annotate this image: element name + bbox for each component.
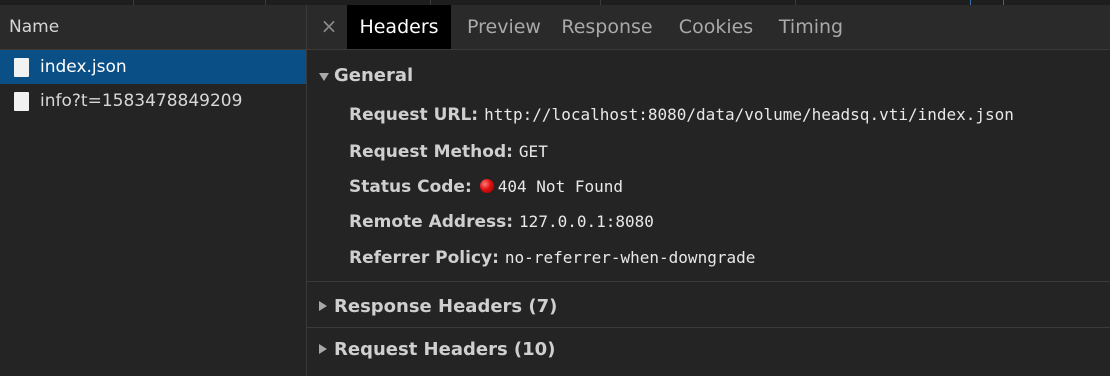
status-error-icon [479,179,494,193]
name-column-header[interactable]: Name [0,5,306,50]
request-url-value: http://localhost:8080/data/volume/headsq… [484,105,1014,124]
request-method-value: GET [518,142,548,161]
tab-preview[interactable]: Preview [459,5,549,49]
referrer-policy-label: Referrer Policy: [349,248,499,268]
request-headers-title: Request Headers (10) [334,339,556,360]
request-name: index.json [40,57,127,77]
details-tab-bar: × Headers Preview Response Cookies Timin… [307,5,1110,50]
response-headers-title: Response Headers (7) [334,296,558,317]
document-icon [14,92,29,111]
tab-headers[interactable]: Headers [347,5,451,49]
triangle-right-icon [319,344,327,354]
status-code-row: Status Code: 404 Not Found [349,172,623,202]
close-icon[interactable]: × [319,15,339,37]
referrer-policy-value: no-referrer-when-downgrade [504,248,756,267]
general-section-title: General [334,65,414,86]
section-divider [307,281,1110,282]
status-code-value: 404 Not Found [497,177,623,196]
request-url-label: Request URL: [349,105,479,125]
request-name: info?t=1583478849209 [40,91,243,111]
request-method-label: Request Method: [349,142,513,162]
request-details-panel: × Headers Preview Response Cookies Timin… [307,5,1110,376]
request-method-row: Request Method: GET [349,137,548,167]
tab-timing[interactable]: Timing [773,5,849,49]
tab-cookies[interactable]: Cookies [671,5,761,49]
referrer-policy-row: Referrer Policy: no-referrer-when-downgra… [349,243,755,273]
remote-address-value: 127.0.0.1:8080 [519,212,654,231]
request-row-index-json[interactable]: index.json [0,50,306,84]
section-divider [307,327,1110,328]
remote-address-label: Remote Address: [349,212,514,232]
tab-response[interactable]: Response [557,5,657,49]
triangle-down-icon [319,73,329,81]
document-icon [14,58,29,77]
request-url-row: Request URL: http://localhost:8080/data/v… [349,100,1014,130]
request-list-panel: Name index.json info?t=1583478849209 [0,5,307,376]
remote-address-row: Remote Address: 127.0.0.1:8080 [349,207,654,237]
status-code-label: Status Code: [349,177,472,197]
triangle-right-icon [319,301,327,311]
request-row-info[interactable]: info?t=1583478849209 [0,84,306,118]
